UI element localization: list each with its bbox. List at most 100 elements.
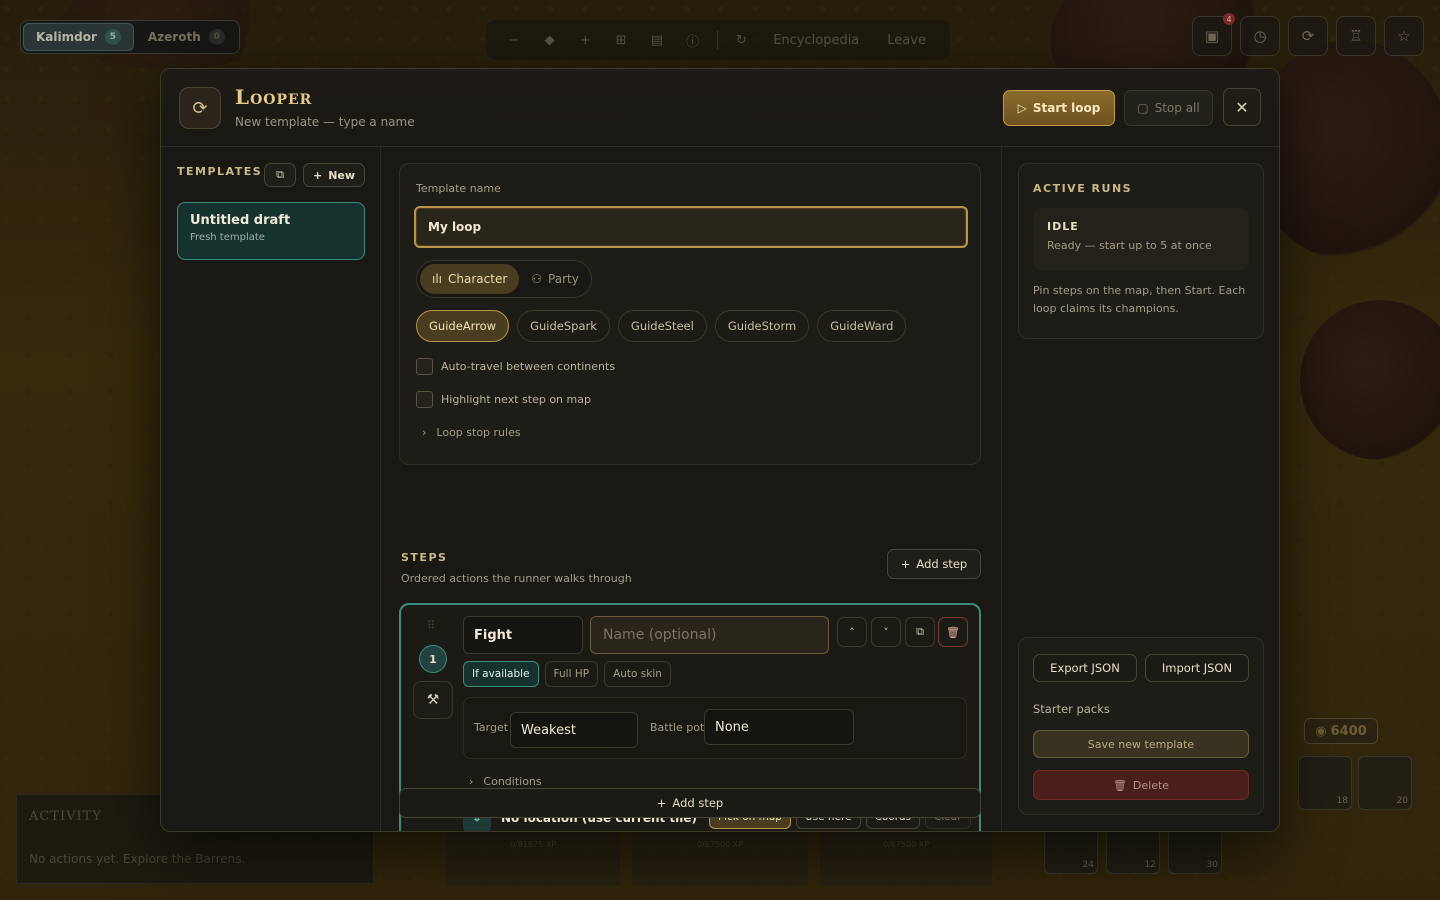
- guide-chip[interactable]: GuideStorm: [714, 310, 810, 342]
- champion-card[interactable]: 0/67500 XP: [632, 832, 808, 886]
- xp-text: 0/81875 XP: [509, 840, 557, 849]
- new-template-label: New: [328, 168, 356, 182]
- add-step-label: Add step: [916, 557, 968, 571]
- conditions-label: Conditions: [483, 775, 542, 788]
- world-tab-kalimdor[interactable]: Kalimdor 5: [23, 23, 134, 51]
- template-name: Untitled draft: [190, 213, 291, 228]
- battle-pot-label: Battle pot: [650, 721, 705, 734]
- option-chip[interactable]: Full HP: [544, 661, 599, 687]
- guide-chip[interactable]: GuideSpark: [517, 310, 610, 342]
- new-template-button[interactable]: + New: [303, 163, 365, 187]
- start-loop-button[interactable]: ▷ Start loop: [1003, 90, 1115, 126]
- runs-panel: ACTIVE RUNS IDLE Ready — start up to 5 a…: [1001, 147, 1279, 831]
- activity-empty-text: No actions yet. Explore the Barrens.: [29, 852, 246, 866]
- save-template-button[interactable]: Save new template: [1033, 730, 1249, 758]
- template-name-input[interactable]: [414, 206, 968, 248]
- star-icon[interactable]: ☆: [1384, 16, 1424, 56]
- target-label: Target: [474, 721, 509, 734]
- trophy-icon[interactable]: ♖: [1336, 16, 1376, 56]
- modal-title: Looper: [235, 85, 313, 109]
- slot-count: 30: [1206, 860, 1218, 870]
- highlight-checkbox[interactable]: [416, 391, 433, 408]
- refresh-icon[interactable]: ↻: [725, 33, 757, 48]
- step-name-input[interactable]: [590, 616, 829, 654]
- target-select[interactable]: Weakest: [510, 712, 638, 748]
- auto-travel-checkbox[interactable]: [416, 358, 433, 375]
- slot-count: 20: [1396, 796, 1408, 806]
- import-export-card: Export JSON Import JSON Starter packs Sa…: [1018, 637, 1264, 815]
- zoom-out-icon[interactable]: −: [498, 33, 530, 48]
- stop-all-button[interactable]: ▢ Stop all: [1124, 90, 1213, 126]
- clock-icon[interactable]: ◷: [1240, 16, 1280, 56]
- diamond-icon[interactable]: ◆: [534, 33, 566, 48]
- chevron-down-icon: ˅: [883, 625, 889, 639]
- add-step-button[interactable]: + Add step: [887, 549, 981, 579]
- runs-note: Pin steps on the map, then Start. Each l…: [1033, 284, 1246, 315]
- templates-heading: TEMPLATES: [177, 165, 263, 178]
- champion-card[interactable]: 0/81875 XP: [446, 832, 620, 886]
- zoom-in-icon[interactable]: +: [570, 33, 602, 48]
- templates-sidebar: TEMPLATES ⧉ + New Untitled draft Fresh t…: [161, 147, 381, 831]
- template-item[interactable]: Untitled draft Fresh template: [177, 202, 365, 260]
- delete-template-button[interactable]: 🗑 Delete: [1033, 770, 1249, 800]
- highlight-row[interactable]: Highlight next step on map: [416, 391, 591, 408]
- action-value: Fight: [474, 627, 513, 643]
- template-sub: Fresh template: [190, 232, 265, 243]
- inventory-slot[interactable]: 20: [1358, 756, 1412, 810]
- guide-chip[interactable]: GuideWard: [817, 310, 907, 342]
- option-chip[interactable]: Auto skin: [604, 661, 671, 687]
- delete-step-button[interactable]: 🗑: [938, 617, 968, 647]
- close-icon: ✕: [1235, 97, 1249, 117]
- run-status-title: IDLE: [1047, 220, 1079, 233]
- move-up-button[interactable]: ˄: [837, 617, 867, 647]
- run-status: IDLE Ready — start up to 5 at once: [1033, 208, 1249, 270]
- add-step-bottom-button[interactable]: + Add step: [399, 788, 981, 818]
- auto-travel-row[interactable]: Auto-travel between continents: [416, 358, 615, 375]
- save-icon[interactable]: ▤: [641, 33, 673, 48]
- grid-icon[interactable]: ⊞: [605, 33, 637, 48]
- active-runs-card: ACTIVE RUNS IDLE Ready — start up to 5 a…: [1018, 163, 1264, 339]
- copy-icon: ⧉: [916, 625, 924, 638]
- world-tab-count: 5: [104, 29, 121, 45]
- steps-subtitle: Ordered actions the runner walks through: [401, 572, 632, 585]
- pickaxe-icon[interactable]: ⚒: [413, 681, 453, 719]
- start-loop-label: Start loop: [1032, 101, 1101, 115]
- export-json-button[interactable]: Export JSON: [1033, 654, 1137, 682]
- loop-stop-rules-label: Loop stop rules: [436, 426, 521, 439]
- loop-stop-rules-toggle[interactable]: › Loop stop rules: [422, 426, 521, 439]
- guide-chip[interactable]: GuideSteel: [617, 310, 707, 342]
- encyclopedia-link[interactable]: Encyclopedia: [761, 33, 871, 48]
- move-down-button[interactable]: ˅: [871, 617, 901, 647]
- slot-count: 24: [1082, 860, 1094, 870]
- xp-text: 0/67500 XP: [696, 840, 744, 849]
- duplicate-step-button[interactable]: ⧉: [905, 617, 935, 647]
- loop-icon[interactable]: ⟳: [1288, 16, 1328, 56]
- import-json-button[interactable]: Import JSON: [1145, 654, 1249, 682]
- close-button[interactable]: ✕: [1223, 88, 1261, 126]
- info-icon[interactable]: ⓘ: [677, 31, 709, 50]
- step-options: If available Full HP Auto skin: [463, 661, 671, 687]
- drag-handle-icon[interactable]: ⠿: [427, 619, 435, 632]
- inventory-slot[interactable]: 18: [1298, 756, 1352, 810]
- guide-chip[interactable]: GuideArrow: [416, 310, 510, 342]
- battle-pot-select[interactable]: None: [704, 709, 854, 745]
- template-editor: Template name ılı Character ⚇ Party Guid…: [381, 147, 1001, 831]
- conditions-toggle[interactable]: › Conditions: [469, 775, 542, 788]
- option-chip[interactable]: If available: [463, 661, 539, 687]
- trash-icon: 🗑: [946, 625, 960, 639]
- copy-icon: ⧉: [276, 168, 284, 181]
- xp-text: 0/67500 XP: [882, 840, 930, 849]
- mode-character-button[interactable]: ılı Character: [420, 264, 520, 294]
- world-tab-azeroth[interactable]: Azeroth 0: [136, 23, 237, 51]
- duplicate-template-button[interactable]: ⧉: [264, 163, 296, 187]
- delete-label: Delete: [1132, 778, 1170, 792]
- stop-all-label: Stop all: [1154, 101, 1200, 115]
- champion-card[interactable]: 0/67500 XP: [820, 832, 992, 886]
- bag-icon[interactable]: ▣ 4: [1192, 13, 1235, 56]
- target-value: Weakest: [521, 722, 576, 738]
- action-select[interactable]: Fight: [463, 616, 583, 654]
- active-runs-heading: ACTIVE RUNS: [1033, 182, 1133, 195]
- auto-travel-label: Auto-travel between continents: [441, 360, 616, 373]
- leave-link[interactable]: Leave: [875, 33, 938, 48]
- mode-party-button[interactable]: ⚇ Party: [519, 264, 591, 294]
